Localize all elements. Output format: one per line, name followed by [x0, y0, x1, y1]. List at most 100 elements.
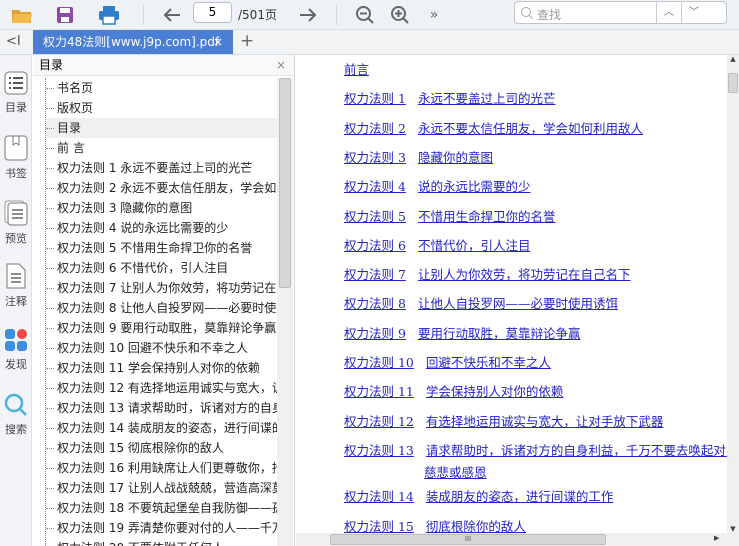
new-tab-button[interactable]: + — [240, 31, 254, 51]
toc-link[interactable]: 权力法则 6 不惜代价，引人注目 — [344, 235, 530, 254]
link-text: 不惜用生命捍卫你的名誉 — [417, 208, 556, 224]
save-icon[interactable] — [53, 3, 77, 27]
toc-title: 目录 — [39, 58, 64, 72]
link-text: 请求帮助时，诉诸对方的自身利益，千万不要去唤起对方的 — [425, 442, 727, 458]
toc-item[interactable]: 权力法则 20 不要依附于任何人 — [46, 538, 289, 546]
tab-close-icon[interactable]: × — [213, 30, 223, 54]
link-number: 权力法则 2 — [344, 120, 406, 136]
sidebar-item-annotation[interactable]: 注释 — [0, 263, 32, 309]
toc-link[interactable]: 权力法则 12 有选择地运用诚实与宽大，让对手放下武器 — [344, 411, 663, 430]
link-text: 装成朋友的姿态，进行间谍的工作 — [425, 489, 614, 505]
toc-link[interactable]: 权力法则 11 学会保持别人对你的依赖 — [344, 381, 563, 400]
open-folder-icon[interactable] — [10, 3, 34, 27]
toc-item[interactable]: 权力法则 14 装成朋友的姿态，进行间谍的工作 — [46, 418, 289, 438]
print-icon[interactable] — [97, 3, 121, 27]
toc-item[interactable]: 权力法则 11 学会保持别人对你的依赖 — [46, 358, 289, 378]
toc-item[interactable]: 权力法则 18 不要筑起堡垒自我防御——孤立是危险的 — [46, 498, 289, 518]
sidebar-item-bookmark[interactable]: 书签 — [0, 135, 32, 181]
search-next-button[interactable]: ﹀ — [681, 2, 706, 23]
link-text: 隐藏你的意图 — [417, 149, 493, 165]
toc-item[interactable]: 权力法则 16 利用缺席让人们更尊敬你，抬高身价 — [46, 458, 289, 478]
discover-icon — [5, 329, 27, 351]
toc-scrollbar[interactable] — [277, 78, 293, 546]
toc-close-icon[interactable]: × — [276, 55, 286, 76]
document-scroll-thumb[interactable] — [728, 73, 738, 93]
toc-list: 书名页 版权页 目录前 言权力法则 1 永远不要盖过上司的光芒 权力法则 2 永远不要… — [45, 78, 289, 546]
document-vertical-scrollbar[interactable]: ▲ ▼ — [727, 55, 739, 533]
toc-link[interactable]: 权力法则 13 请求帮助时，诉诸对方的自身利益，千万不要去唤起对方的 慈悲或感恩 — [344, 440, 727, 481]
toc-item[interactable]: 权力法则 1 永远不要盖过上司的光芒 — [46, 158, 289, 178]
toc-link[interactable]: 权力法则 5 不惜用生命捍卫你的名誉 — [344, 206, 555, 225]
toc-link[interactable]: 前言 — [344, 59, 369, 78]
toc-link[interactable]: 权力法则 9 要用行动取胜，莫靠辩论争赢 — [344, 323, 580, 342]
horizontal-scroll-thumb[interactable]: III — [330, 534, 606, 545]
toc-link[interactable]: 权力法则 15 彻底根除你的敌人 — [344, 516, 526, 534]
toc-item[interactable]: 权力法则 4 说的永远比需要的少 — [46, 218, 289, 238]
tab-document[interactable]: 权力48法则[www.j9p.com].pdf × — [33, 30, 233, 54]
toc-item[interactable]: 权力法则 5 不惜用生命捍卫你的名誉 — [46, 238, 289, 258]
next-page-icon[interactable] — [296, 3, 320, 27]
document-page: 权力法则 15 彻底根除你的敌人 权力法则 14 装成朋友的姿态，进行间谍的工作 权力法… — [296, 55, 727, 533]
toc-item[interactable]: 权力法则 2 永远不要太信任朋友，学会如何利用敌人 — [46, 178, 289, 198]
link-number: 权力法则 10 — [344, 355, 414, 370]
toc-item[interactable]: 权力法则 17 让别人战战兢兢，营造高深莫测的氛围 — [46, 478, 289, 498]
preview-icon — [4, 200, 28, 226]
toc-item[interactable]: 书名页 — [46, 78, 289, 98]
more-icon[interactable]: » — [422, 3, 446, 27]
link-number: 权力法则 8 — [344, 296, 406, 312]
toc-link[interactable]: 权力法则 14 装成朋友的姿态，进行间谍的工作 — [344, 486, 613, 505]
sidebar-item-preview[interactable]: 预览 — [0, 200, 32, 246]
sidebar-item-toc[interactable]: 目录 — [0, 71, 32, 115]
link-number: 权力法则 7 — [344, 267, 406, 283]
toc-item[interactable]: 目录 — [46, 118, 289, 138]
toc-item[interactable]: 权力法则 3 隐藏你的意图 — [46, 198, 289, 218]
toc-link[interactable]: 权力法则 7 让别人为你效劳，将功劳记在自己名下 — [344, 264, 630, 283]
toc-item[interactable]: 权力法则 8 让他人自投罗网——必要时使用诱饵 — [46, 298, 289, 318]
toc-link[interactable]: 权力法则 4 说的永远比需要的少 — [344, 176, 530, 195]
toc-item[interactable]: 权力法则 10 回避不快乐和不幸之人 — [46, 338, 289, 358]
sidebar-label: 书签 — [5, 167, 27, 180]
toc-item[interactable]: 版权页 — [46, 98, 289, 118]
sidebar-label: 注释 — [5, 295, 27, 308]
search-box[interactable]: 查找 ︿ ﹀ — [514, 1, 727, 24]
link-text: 说的永远比需要的少 — [417, 179, 531, 195]
link-number: 权力法则 14 — [344, 489, 414, 505]
toc-link[interactable]: 权力法则 2 永远不要太信任朋友，学会如何利用敌人 — [344, 118, 643, 137]
link-text: 前言 — [344, 62, 370, 77]
toc-link[interactable]: 权力法则 1 永远不要盖过上司的光芒 — [344, 88, 555, 107]
sidebar-item-search[interactable]: 搜索 — [0, 393, 32, 437]
toc-item[interactable]: 权力法则 13 请求帮助时，诉诸对方的自身利益 — [46, 398, 289, 418]
zoom-in-icon[interactable] — [388, 3, 412, 27]
toc-scroll-thumb[interactable] — [279, 78, 291, 288]
toc-icon — [4, 71, 28, 95]
toc-item[interactable]: 权力法则 6 不惜代价，引人注目 — [46, 258, 289, 278]
link-text: 彻底根除你的敌人 — [425, 518, 526, 534]
toc-item[interactable]: 权力法则 12 有选择地运用诚实与宽大，让对手放下武器 — [46, 378, 289, 398]
annotation-icon — [6, 263, 26, 289]
toc-item[interactable]: 权力法则 15 彻底根除你的敌人 — [46, 438, 289, 458]
collapse-panel-button[interactable]: <I — [6, 34, 21, 49]
link-number: 权力法则 3 — [344, 149, 406, 165]
prev-page-icon[interactable] — [160, 3, 184, 27]
toc-item[interactable]: 前 言 — [46, 138, 289, 158]
search-prev-button[interactable]: ︿ — [656, 2, 681, 23]
bookmark-icon — [4, 135, 28, 161]
link-number: 权力法则 9 — [344, 325, 406, 341]
sidebar-label: 目录 — [5, 101, 27, 114]
toc-link[interactable]: 权力法则 8 让他人自投罗网——必要时使用诱饵 — [344, 293, 618, 312]
zoom-out-icon[interactable] — [353, 3, 377, 27]
toc-link[interactable]: 权力法则 10 回避不快乐和不幸之人 — [344, 352, 551, 371]
document-horizontal-scrollbar[interactable]: III ▶ — [296, 533, 739, 546]
link-number: 权力法则 11 — [344, 384, 414, 400]
page-number-input[interactable]: 5 — [193, 2, 232, 23]
search-input[interactable]: 查找 — [537, 6, 561, 23]
toc-link[interactable]: 权力法则 3 隐藏你的意图 — [344, 147, 493, 166]
sidebar-item-discover[interactable]: 发现 — [0, 328, 32, 372]
toc-item[interactable]: 权力法则 7 让别人为你效劳，将功劳记在自己名下 — [46, 278, 289, 298]
toc-item[interactable]: 权力法则 19 弄清楚你要对付的人——千万不要冒犯错误的人 — [46, 518, 289, 538]
tab-title: 权力48法则[www.j9p.com].pdf — [43, 35, 220, 49]
toc-item[interactable]: 权力法则 9 要用行动取胜，莫靠辩论争赢 — [46, 318, 289, 338]
link-text: 让他人自投罗网——必要时使用诱饵 — [417, 296, 618, 312]
link-number: 权力法则 12 — [344, 413, 414, 429]
link-text: 永远不要太信任朋友，学会如何利用敌人 — [417, 120, 643, 136]
